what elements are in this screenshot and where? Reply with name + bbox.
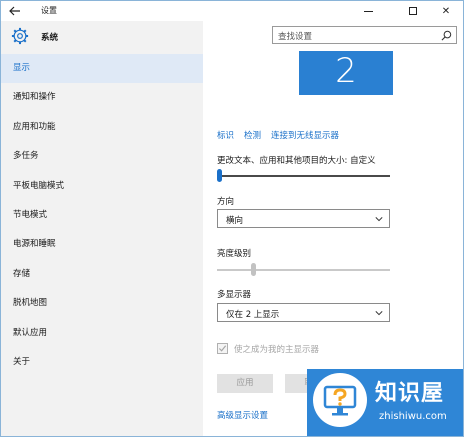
sidebar-item-notifications[interactable]: 通知和操作 — [1, 83, 203, 112]
sidebar-nav: 显示 通知和操作 应用和功能 多任务 平板电脑模式 节电模式 电源和睡眠 存储 … — [1, 54, 203, 377]
sidebar-item-apps[interactable]: 应用和功能 — [1, 113, 203, 142]
close-icon: ✕ — [441, 5, 451, 17]
chevron-down-icon — [375, 311, 383, 316]
search-icon — [441, 30, 452, 41]
sidebar-item-display[interactable]: 显示 — [1, 54, 203, 84]
sidebar-item-about[interactable]: 关于 — [1, 348, 203, 377]
minimize-button[interactable] — [351, 1, 385, 21]
checkmark-icon — [218, 345, 227, 352]
scale-label: 更改文本、应用和其他项目的大小: 自定义 — [217, 156, 376, 166]
watermark-logo: 知识屋 zhishiwu.com — [307, 369, 463, 436]
brightness-label: 亮度级别 — [217, 249, 252, 259]
orientation-label: 方向 — [217, 197, 235, 207]
apply-button[interactable]: 应用 — [217, 374, 273, 393]
sidebar-title: 系统 — [41, 33, 59, 43]
wireless-display-link[interactable]: 连接到无线显示器 — [271, 131, 339, 141]
multi-display-value: 仅在 2 上显示 — [226, 310, 280, 320]
settings-window: 设置 ✕ 系统 显示 通知和操作 应用和功能 多任务 平板电脑模式 节电模式 电… — [0, 0, 464, 437]
sidebar-item-power-sleep[interactable]: 电源和睡眠 — [1, 230, 203, 259]
sidebar-item-offline-maps[interactable]: 脱机地图 — [1, 289, 203, 318]
multi-display-label: 多显示器 — [217, 290, 252, 300]
maximize-icon — [409, 7, 417, 15]
detect-link[interactable]: 检测 — [244, 131, 261, 141]
brightness-slider-track[interactable] — [217, 269, 390, 271]
sidebar-item-multitasking[interactable]: 多任务 — [1, 142, 203, 171]
back-arrow-icon — [9, 6, 20, 16]
monitor-tile[interactable]: 2 — [299, 51, 393, 95]
sidebar-header: 系统 — [1, 21, 203, 51]
sidebar-item-battery-saver[interactable]: 节电模式 — [1, 201, 203, 230]
orientation-value: 横向 — [226, 216, 244, 226]
question-monitor-icon — [323, 385, 357, 416]
orientation-dropdown[interactable]: 横向 — [217, 209, 390, 228]
minimize-icon — [363, 10, 373, 12]
maximize-button[interactable] — [396, 1, 430, 21]
chevron-down-icon — [375, 217, 383, 222]
brightness-slider-thumb[interactable] — [250, 263, 256, 276]
sidebar-item-tablet-mode[interactable]: 平板电脑模式 — [1, 172, 203, 201]
multi-display-dropdown[interactable]: 仅在 2 上显示 — [217, 303, 390, 322]
sidebar-item-storage[interactable]: 存储 — [1, 260, 203, 289]
gear-icon — [11, 27, 29, 45]
main-display-checkbox[interactable] — [217, 343, 228, 354]
advanced-display-settings-link[interactable]: 高级显示设置 — [217, 409, 268, 421]
display-links: 标识 检测 连接到无线显示器 — [217, 129, 349, 141]
window-title: 设置 — [41, 6, 57, 15]
search-placeholder: 查找设置 — [278, 32, 313, 42]
watermark-domain: zhishiwu.com — [379, 411, 447, 422]
search-input[interactable]: 查找设置 — [272, 26, 457, 44]
sidebar: 系统 显示 通知和操作 应用和功能 多任务 平板电脑模式 节电模式 电源和睡眠 … — [1, 21, 203, 436]
title-bar: 设置 ✕ — [1, 1, 463, 21]
scale-slider-track[interactable] — [217, 175, 390, 177]
main-display-label: 使之成为我的主显示器 — [234, 345, 320, 355]
watermark-circle — [313, 373, 367, 427]
close-button[interactable]: ✕ — [429, 1, 463, 21]
sidebar-item-default-apps[interactable]: 默认应用 — [1, 319, 203, 348]
watermark-brand: 知识屋 — [375, 381, 445, 406]
identify-link[interactable]: 标识 — [217, 131, 234, 141]
scale-slider-thumb[interactable] — [217, 169, 222, 182]
back-button[interactable] — [7, 3, 23, 19]
